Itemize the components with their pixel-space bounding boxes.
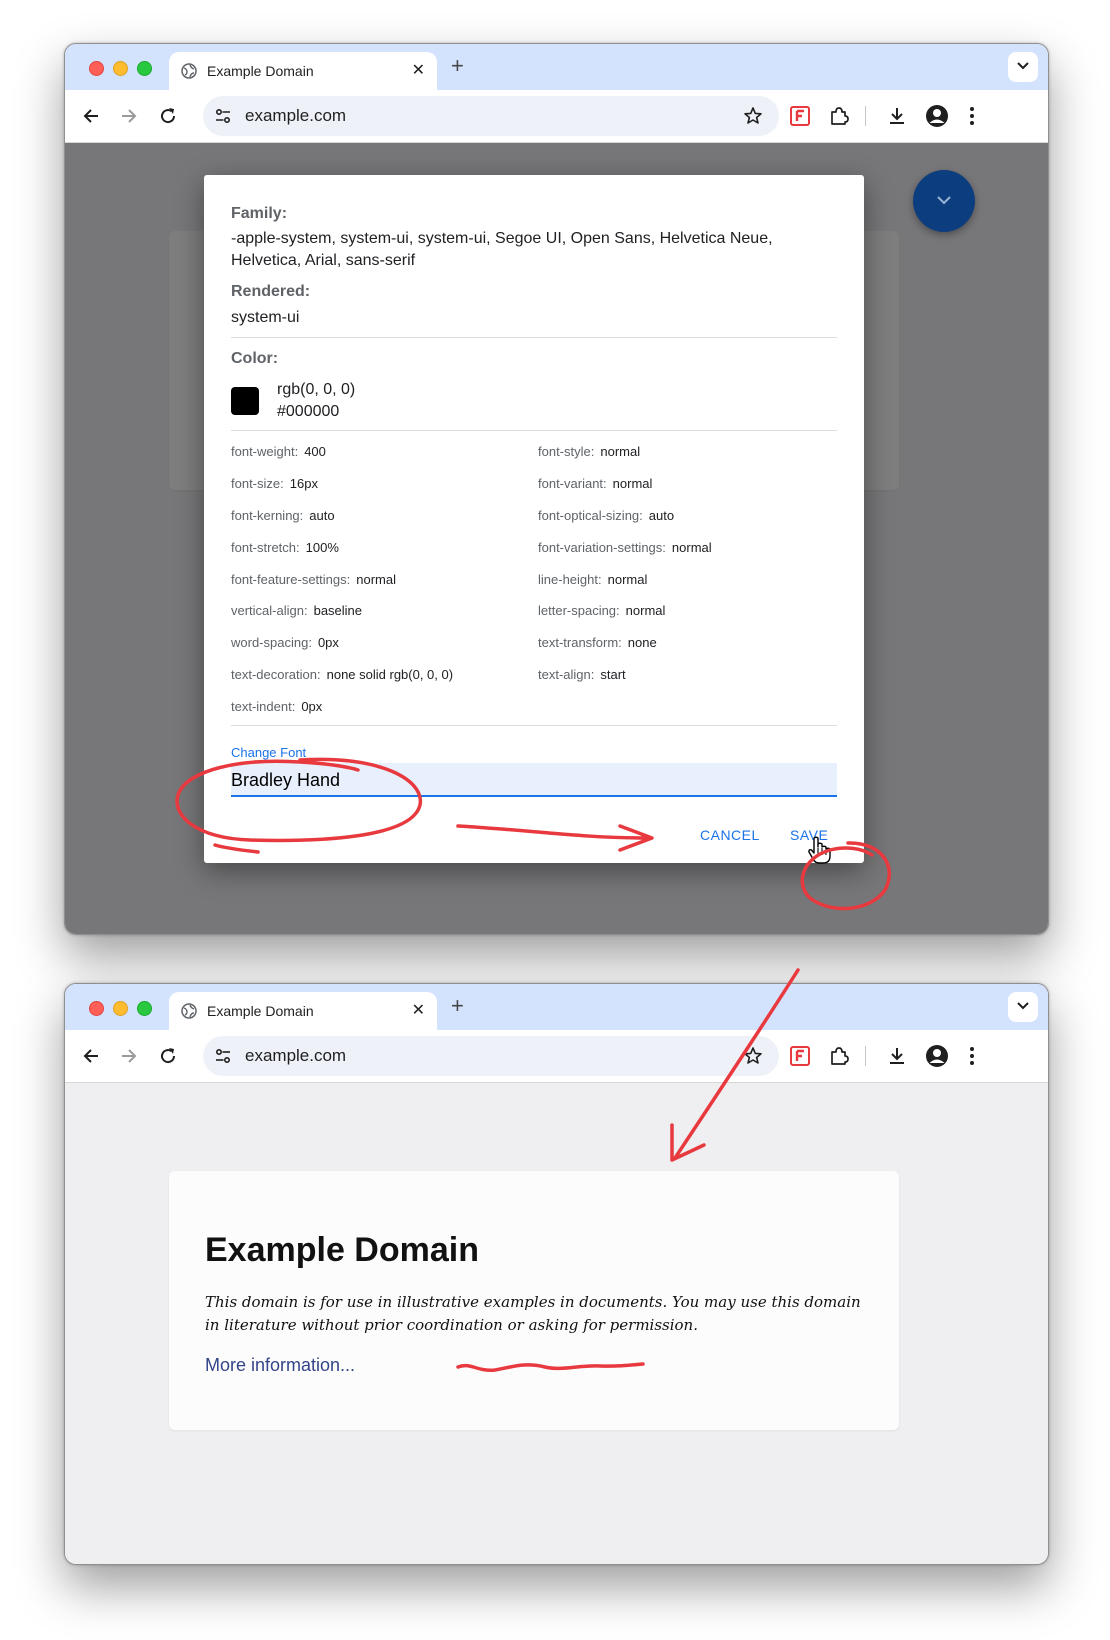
font-inspector-dialog: Family: -apple-system, system-ui, system… <box>204 175 864 864</box>
forward-arrow-icon[interactable] <box>119 1046 139 1071</box>
color-rgb: rgb(0, 0, 0) <box>277 381 356 398</box>
prop-vertical-align: vertical-align: baseline <box>231 603 363 618</box>
prop-font-style: font-style: normal <box>538 444 641 459</box>
prop-word-spacing: word-spacing: 0px <box>231 635 339 650</box>
browser-toolbar: example.com <box>65 90 1048 143</box>
prop-letter-spacing: letter-spacing: normal <box>538 603 666 618</box>
prop-font-size: font-size: 16px <box>231 476 318 491</box>
extensions-puzzle-icon[interactable] <box>829 106 849 131</box>
family-label: Family: <box>231 205 288 222</box>
new-tab-button[interactable]: + <box>451 55 464 77</box>
prop-font-kerning: font-kerning: auto <box>231 508 335 523</box>
more-menu-icon[interactable] <box>969 1046 975 1071</box>
url-text[interactable]: example.com <box>245 1046 346 1066</box>
color-hex: #000000 <box>277 403 340 420</box>
fontanello-extension-icon[interactable] <box>790 106 810 131</box>
change-font-value[interactable]: Bradley Hand <box>231 770 340 791</box>
page-title: Example Domain <box>205 1231 479 1269</box>
tab-search-button[interactable] <box>1008 52 1038 82</box>
rendered-label: Rendered: <box>231 283 311 300</box>
chevron-down-icon <box>1017 62 1029 70</box>
browser-window-after: Example Domain ✕ + example.com Example D… <box>64 983 1049 1565</box>
url-text[interactable]: example.com <box>245 106 346 126</box>
rendered-value: system-ui <box>231 309 300 326</box>
chevron-down-icon <box>937 196 951 205</box>
site-settings-icon[interactable] <box>215 1048 231 1069</box>
cancel-button[interactable]: CANCEL <box>700 827 760 843</box>
prop-font-variation-settings: font-variation-settings: normal <box>538 540 712 555</box>
prop-font-feature-settings: font-feature-settings: normal <box>231 572 396 587</box>
tab-strip: Example Domain ✕ + <box>65 44 1048 90</box>
browser-tab[interactable]: Example Domain ✕ <box>169 992 437 1030</box>
divider <box>231 337 837 338</box>
prop-font-weight: font-weight: 400 <box>231 444 326 459</box>
minimize-window-button[interactable] <box>113 1001 128 1016</box>
page-card: Example Domain This domain is for use in… <box>169 1171 899 1430</box>
page-content: Family: -apple-system, system-ui, system… <box>65 143 1048 934</box>
chevron-down-icon <box>1017 1002 1029 1010</box>
extensions-puzzle-icon[interactable] <box>829 1046 849 1071</box>
forward-arrow-icon[interactable] <box>119 106 139 131</box>
prop-text-align: text-align: start <box>538 667 626 682</box>
close-window-button[interactable] <box>89 61 104 76</box>
reload-icon[interactable] <box>158 106 178 131</box>
close-window-button[interactable] <box>89 1001 104 1016</box>
back-arrow-icon[interactable] <box>81 1046 101 1071</box>
toolbar-separator <box>865 106 866 126</box>
bookmark-star-icon[interactable] <box>743 1046 763 1071</box>
change-font-label: Change Font <box>231 745 307 760</box>
prop-font-stretch: font-stretch: 100% <box>231 540 339 555</box>
tab-strip: Example Domain ✕ + <box>65 984 1048 1030</box>
divider <box>231 725 837 726</box>
tab-title: Example Domain <box>207 1003 314 1019</box>
address-bar[interactable]: example.com <box>203 96 779 136</box>
change-font-input[interactable]: Bradley Hand <box>231 763 837 797</box>
hand-pointer-cursor-icon <box>808 836 832 869</box>
color-swatch <box>231 387 259 415</box>
reload-icon[interactable] <box>158 1046 178 1071</box>
fontanello-extension-icon[interactable] <box>790 1046 810 1071</box>
address-bar[interactable]: example.com <box>203 1036 779 1076</box>
toolbar-separator <box>865 1046 866 1066</box>
prop-font-variant: font-variant: normal <box>538 476 653 491</box>
site-settings-icon[interactable] <box>215 108 231 129</box>
divider <box>231 430 837 431</box>
download-icon[interactable] <box>887 1046 907 1071</box>
more-information-link[interactable]: More information... <box>205 1355 355 1376</box>
browser-tab[interactable]: Example Domain ✕ <box>169 52 437 90</box>
browser-window-before: Example Domain ✕ + example.com Family: -… <box>64 43 1049 935</box>
prop-line-height: line-height: normal <box>538 572 648 587</box>
color-label: Color: <box>231 350 279 367</box>
tab-search-button[interactable] <box>1008 992 1038 1022</box>
more-menu-icon[interactable] <box>969 106 975 131</box>
tab-close-icon[interactable]: ✕ <box>412 1002 425 1020</box>
new-tab-button[interactable]: + <box>451 995 464 1017</box>
prop-text-transform: text-transform: none <box>538 635 657 650</box>
profile-avatar-icon[interactable] <box>925 104 949 133</box>
download-icon[interactable] <box>887 106 907 131</box>
page-description: This domain is for use in illustrative e… <box>205 1293 861 1334</box>
zoom-window-button[interactable] <box>137 1001 152 1016</box>
zoom-window-button[interactable] <box>137 61 152 76</box>
bookmark-star-icon[interactable] <box>743 106 763 131</box>
prop-text-decoration: text-decoration: none solid rgb(0, 0, 0) <box>231 667 454 682</box>
profile-avatar-icon[interactable] <box>925 1044 949 1073</box>
tab-close-icon[interactable]: ✕ <box>412 62 425 80</box>
prop-font-optical-sizing: font-optical-sizing: auto <box>538 508 675 523</box>
minimize-window-button[interactable] <box>113 61 128 76</box>
browser-toolbar: example.com <box>65 1030 1048 1083</box>
prop-text-indent: text-indent: 0px <box>231 699 323 714</box>
expand-fab-button[interactable] <box>913 170 975 232</box>
globe-icon <box>181 1003 197 1024</box>
family-value: -apple-system, system-ui, system-ui, Seg… <box>231 230 773 269</box>
tab-title: Example Domain <box>207 63 314 79</box>
back-arrow-icon[interactable] <box>81 106 101 131</box>
globe-icon <box>181 63 197 84</box>
page-content: Example Domain This domain is for use in… <box>65 1083 1048 1564</box>
